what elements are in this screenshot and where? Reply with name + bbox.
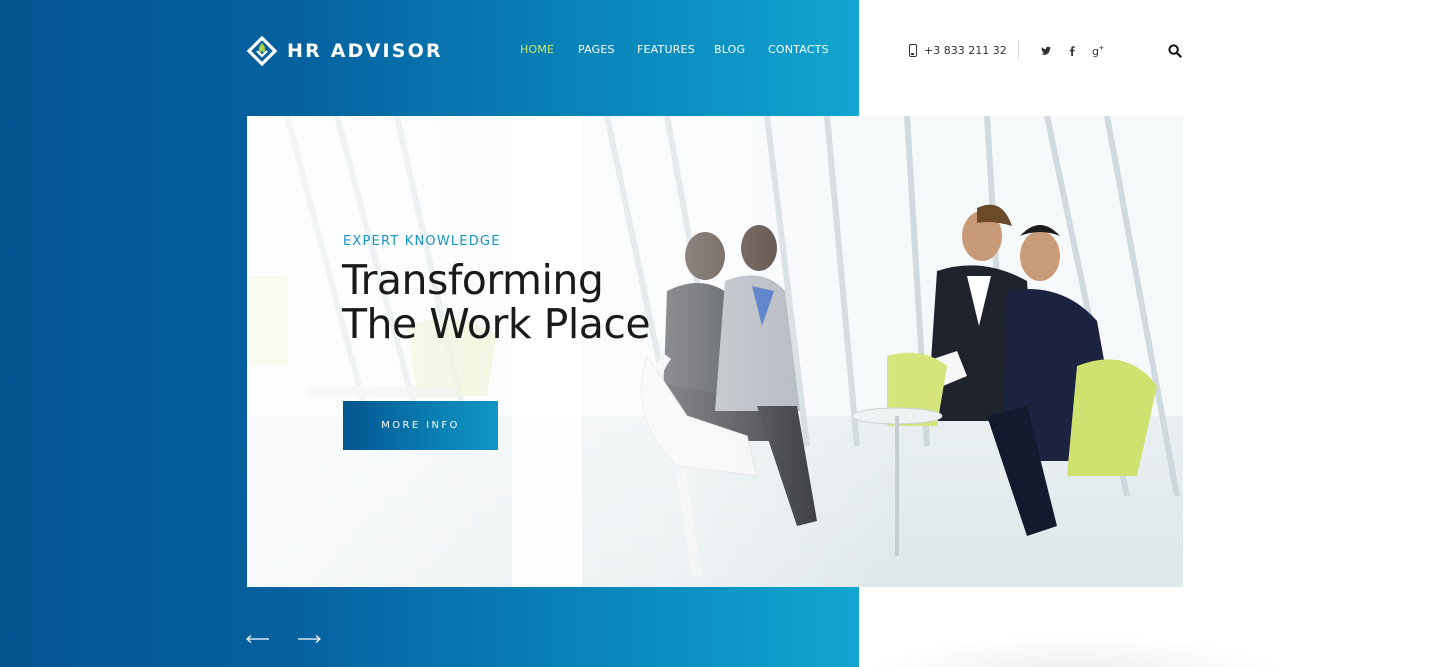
- main-nav: HOME PAGES FEATURES BLOG CONTACTS: [520, 42, 829, 58]
- nav-item-pages[interactable]: PAGES: [578, 42, 637, 58]
- brand-logo[interactable]: HR ADVISOR: [246, 34, 443, 68]
- mobile-phone-icon: [909, 43, 917, 57]
- hero-headline-line-2: The Work Place: [342, 300, 651, 348]
- hero-image: [247, 116, 1183, 587]
- hero-headline: Transforming The Work Place: [342, 256, 651, 348]
- brand-name: HR ADVISOR: [287, 40, 443, 62]
- page: HR ADVISOR HOME PAGES FEATURES BLOG CONT…: [0, 0, 1430, 667]
- phone-contact[interactable]: +3 833 211 32: [909, 42, 1007, 58]
- social-links: g +: [1040, 42, 1105, 58]
- search-icon[interactable]: [1168, 43, 1182, 58]
- google-plus-icon[interactable]: g +: [1092, 43, 1105, 58]
- nav-item-contacts[interactable]: CONTACTS: [768, 42, 829, 58]
- svg-text:+: +: [1099, 44, 1105, 52]
- hero-headline-line-1: Transforming: [342, 256, 604, 304]
- nav-item-blog[interactable]: BLOG: [714, 42, 768, 58]
- facebook-icon[interactable]: [1066, 43, 1078, 57]
- header-divider: [1018, 40, 1019, 60]
- logo-diamond-icon: [246, 35, 278, 67]
- office-meeting-photo: [247, 116, 1183, 587]
- nav-item-features[interactable]: FEATURES: [637, 42, 714, 58]
- more-info-button[interactable]: MORE INFO: [343, 401, 498, 450]
- twitter-icon[interactable]: [1040, 43, 1052, 57]
- hero-eyebrow: EXPERT KNOWLEDGE: [343, 234, 501, 249]
- arrow-right-icon[interactable]: [297, 631, 321, 645]
- arrow-left-icon[interactable]: [246, 631, 270, 645]
- nav-item-home[interactable]: HOME: [520, 42, 578, 58]
- decorative-shadow: [859, 635, 1289, 667]
- phone-number: +3 833 211 32: [924, 43, 1007, 57]
